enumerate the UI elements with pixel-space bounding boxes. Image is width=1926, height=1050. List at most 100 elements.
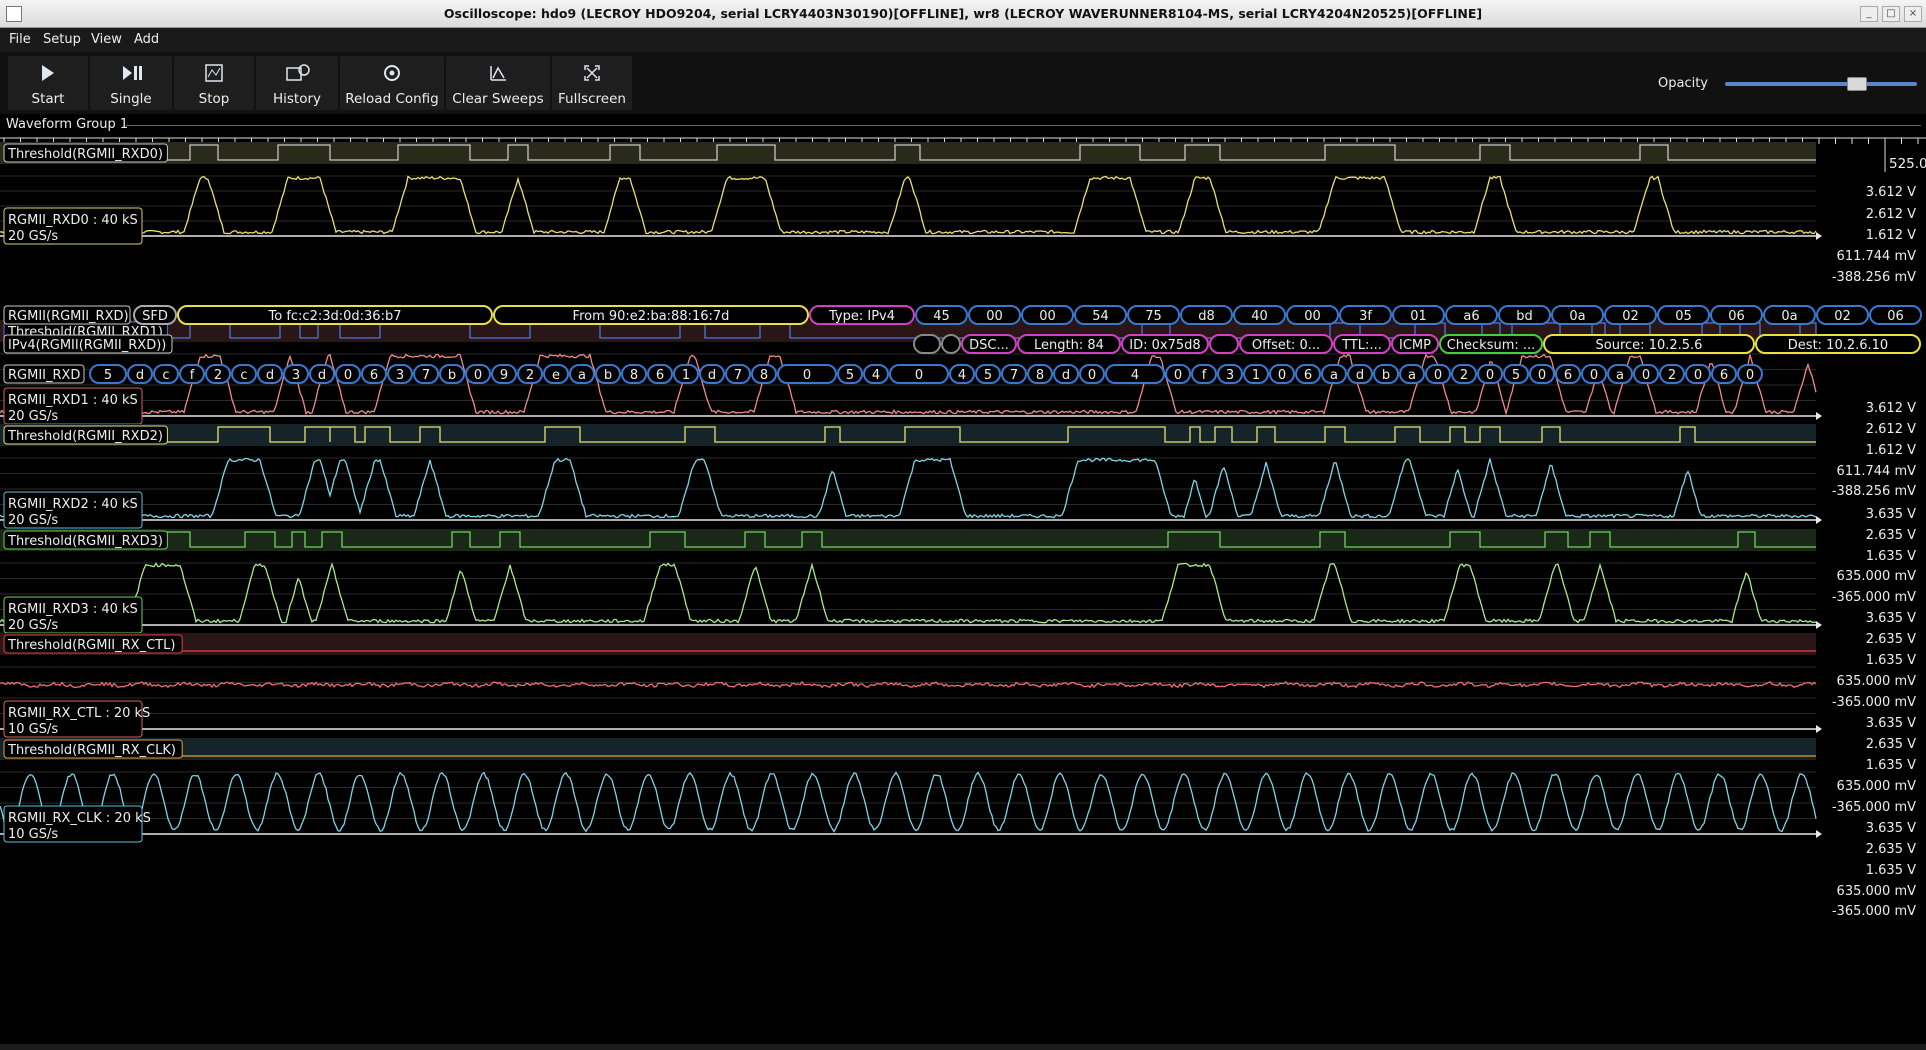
voltage-axis-label: 1.612 V — [1866, 228, 1916, 243]
decode-packet-text: 0 — [474, 368, 482, 383]
decode-packet-text: c — [162, 368, 169, 383]
decode-packet-text: 00 — [986, 309, 1003, 324]
reload-config-button[interactable]: Reload Config — [340, 56, 444, 110]
decode-packet-text: 75 — [1145, 309, 1162, 324]
voltage-axis-label: 1.635 V — [1866, 549, 1916, 564]
waveform-canvas[interactable]: 250.000 ns275.000 ns300.000 ns325.000 ns… — [0, 134, 1926, 1050]
decode-packet-text: 0 — [1088, 368, 1096, 383]
menu-setup[interactable]: Setup — [43, 32, 81, 47]
decode-packet-text: d — [1356, 368, 1364, 383]
menu-add[interactable]: Add — [134, 32, 159, 47]
decode-packet-text: f — [190, 368, 195, 383]
decode-packet-text: f — [1202, 368, 1207, 383]
voltage-axis-label: 611.744 mV — [1837, 464, 1917, 479]
channel-name: RGMII_RX_CTL : 20 kS — [8, 706, 150, 721]
threshold-label: Threshold(RGMII_RX_CTL) — [7, 638, 175, 653]
decode-packet-text: 7 — [734, 368, 742, 383]
voltage-axis-label: -365.000 mV — [1832, 695, 1916, 710]
voltage-axis-label: -388.256 mV — [1832, 270, 1916, 285]
decode-packet-text: 6 — [1304, 368, 1312, 383]
clear-sweeps-label: Clear Sweeps — [452, 91, 544, 107]
channel-name: RGMII_RXD0 : 40 kS — [8, 213, 138, 228]
decode-packet-text: 4 — [958, 368, 966, 383]
decode-packet-text: 6 — [1720, 368, 1728, 383]
threshold-band — [0, 738, 1816, 760]
status-strip — [0, 1044, 1926, 1050]
voltage-axis-label: -365.000 mV — [1832, 904, 1916, 919]
decode-packet-text: 54 — [1092, 309, 1109, 324]
voltage-axis-label: -388.256 mV — [1832, 484, 1916, 499]
voltage-axis-label: -365.000 mV — [1832, 590, 1916, 605]
decode-packet-text: d — [136, 368, 144, 383]
channel-name: RGMII_RXD2 : 40 kS — [8, 497, 138, 512]
channel-name: RGMII_RXD1 : 40 kS — [8, 393, 138, 408]
stop-label: Stop — [198, 91, 230, 107]
voltage-axis-label: -365.000 mV — [1832, 800, 1916, 815]
decode-packet-text: 0 — [803, 368, 811, 383]
time-tick-label: 525.0 — [1889, 156, 1926, 172]
decode-packet-text: 0a — [1781, 309, 1797, 324]
decode-packet-text: Offset: 0... — [1252, 338, 1320, 353]
threshold-label: Threshold(RGMII_RXD3) — [7, 534, 163, 549]
decode-packet-text: Source: 10.2.5.6 — [1596, 338, 1703, 353]
decode-packet-text: 0 — [1590, 368, 1598, 383]
waveform-plot-area[interactable]: 250.000 ns275.000 ns300.000 ns325.000 ns… — [0, 134, 1926, 1050]
clear-sweeps-icon — [490, 66, 506, 81]
threshold-label: Threshold(RGMII_RXD0) — [7, 147, 163, 162]
decode-packet-text: 7 — [1010, 368, 1018, 383]
fullscreen-icon — [584, 65, 600, 81]
opacity-slider[interactable] — [1725, 82, 1917, 86]
decode-packet-text: TTL:... — [1341, 338, 1382, 353]
decode-packet-text: 2 — [1668, 368, 1676, 383]
stop-button[interactable]: Stop — [174, 56, 254, 110]
menu-view[interactable]: View — [91, 32, 122, 47]
history-button[interactable]: History — [256, 56, 338, 110]
menu-bar: File Setup View Add — [0, 28, 1926, 52]
decode-packet[interactable] — [1209, 334, 1239, 354]
voltage-axis-label: 635.000 mV — [1837, 674, 1917, 689]
single-label: Single — [110, 91, 152, 107]
voltage-axis-label: 635.000 mV — [1837, 569, 1917, 584]
reload-icon — [384, 65, 400, 81]
minimize-icon[interactable]: _ — [1860, 6, 1878, 22]
voltage-axis-label: 2.635 V — [1866, 528, 1916, 543]
decode-packet-text: d — [266, 368, 274, 383]
decode-label: RGMII(RGMII_RXD) — [8, 309, 129, 324]
decode-packet-text: 8 — [630, 368, 638, 383]
decode-packet-text: 2 — [214, 368, 222, 383]
maximize-icon[interactable]: □ — [1882, 6, 1900, 22]
decode-packet[interactable] — [941, 334, 961, 354]
decode-packet-text: 9 — [500, 368, 508, 383]
decode-packet-text: ICMP — [1399, 338, 1431, 353]
single-button[interactable]: Single — [90, 56, 172, 110]
decode-packet-text: Dest: 10.2.6.10 — [1788, 338, 1888, 353]
decode-packet-text: b — [604, 368, 612, 383]
channel-sample-rate: 10 GS/s — [8, 827, 58, 842]
menu-file[interactable]: File — [9, 32, 31, 47]
clear-sweeps-button[interactable]: Clear Sweeps — [446, 56, 550, 110]
decode-packet-text: 4 — [872, 368, 880, 383]
channel-sample-rate: 20 GS/s — [8, 618, 58, 633]
decode-packet-text: 5 — [984, 368, 992, 383]
decode-packet[interactable] — [913, 334, 941, 354]
voltage-axis-label: 3.612 V — [1866, 401, 1916, 416]
fullscreen-button[interactable]: Fullscreen — [552, 56, 632, 110]
opacity-slider-handle[interactable] — [1847, 77, 1867, 91]
voltage-axis-label: 1.635 V — [1866, 653, 1916, 668]
decode-packet-text: 8 — [760, 368, 768, 383]
channel-sample-rate: 20 GS/s — [8, 513, 58, 528]
threshold-label: Threshold(RGMII_RX_CLK) — [7, 743, 176, 758]
start-button[interactable]: Start — [8, 56, 88, 110]
decode-packet-text: 3f — [1359, 309, 1372, 324]
channel-sample-rate: 10 GS/s — [8, 722, 58, 737]
voltage-axis-label: 2.635 V — [1866, 632, 1916, 647]
decode-packet-text: 0 — [1486, 368, 1494, 383]
window-titlebar: Oscilloscope: hdo9 (LECROY HDO9204, seri… — [0, 0, 1926, 28]
decode-packet-text: 0 — [1746, 368, 1754, 383]
close-icon[interactable]: × — [1904, 6, 1922, 22]
decode-packet-text: c — [240, 368, 247, 383]
voltage-axis-label: 2.612 V — [1866, 207, 1916, 222]
voltage-axis-label: 3.612 V — [1866, 185, 1916, 200]
ground-marker-icon — [1816, 516, 1822, 524]
decode-packet-text: 0 — [1174, 368, 1182, 383]
